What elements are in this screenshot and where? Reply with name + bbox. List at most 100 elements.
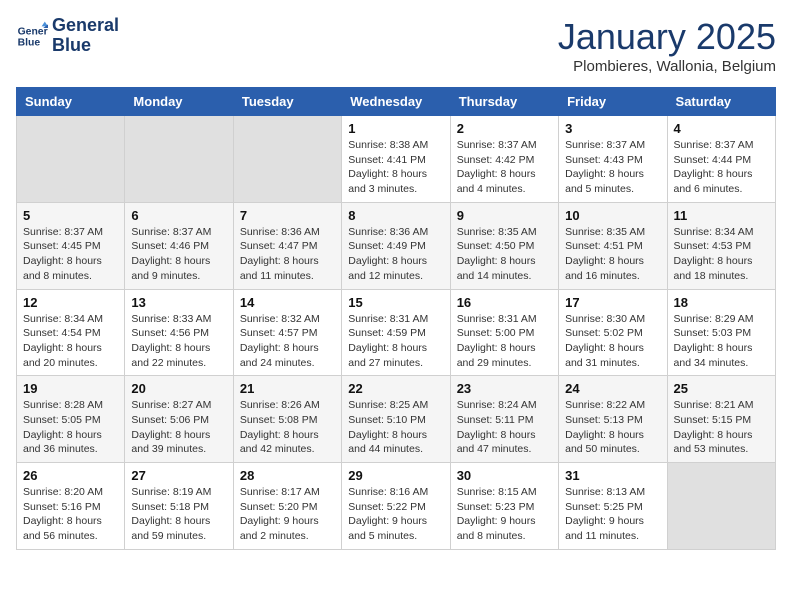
cell-content: Sunrise: 8:37 AM Sunset: 4:44 PM Dayligh… <box>674 138 769 197</box>
calendar-cell: 2 Sunrise: 8:37 AM Sunset: 4:42 PM Daylig… <box>450 116 558 203</box>
day-number: 21 <box>240 381 335 396</box>
cell-content: Sunrise: 8:22 AM Sunset: 5:13 PM Dayligh… <box>565 398 660 457</box>
cell-content: Sunrise: 8:27 AM Sunset: 5:06 PM Dayligh… <box>131 398 226 457</box>
cell-content: Sunrise: 8:36 AM Sunset: 4:49 PM Dayligh… <box>348 225 443 284</box>
day-number: 29 <box>348 468 443 483</box>
cell-content: Sunrise: 8:35 AM Sunset: 4:51 PM Dayligh… <box>565 225 660 284</box>
cell-content: Sunrise: 8:17 AM Sunset: 5:20 PM Dayligh… <box>240 485 335 544</box>
cell-content: Sunrise: 8:20 AM Sunset: 5:16 PM Dayligh… <box>23 485 118 544</box>
calendar-cell: 6Sunrise: 8:37 AM Sunset: 4:46 PM Daylig… <box>125 202 233 289</box>
calendar-cell: 17Sunrise: 8:30 AM Sunset: 5:02 PM Dayli… <box>559 289 667 376</box>
calendar-week-row: 26 Sunrise: 8:20 AM Sunset: 5:16 PM Dayli… <box>17 463 776 550</box>
calendar-cell: 16 Sunrise: 8:31 AM Sunset: 5:00 PM Dayli… <box>450 289 558 376</box>
day-number: 5 <box>23 208 118 223</box>
calendar-cell: 15 Sunrise: 8:31 AM Sunset: 4:59 PM Dayli… <box>342 289 450 376</box>
day-number: 3 <box>565 121 660 136</box>
day-number: 4 <box>674 121 769 136</box>
cell-content: Sunrise: 8:38 AM Sunset: 4:41 PM Dayligh… <box>348 138 443 197</box>
day-number: 25 <box>674 381 769 396</box>
logo-text: General Blue <box>52 16 119 56</box>
logo-line1: General <box>52 15 119 35</box>
day-number: 17 <box>565 295 660 310</box>
calendar-cell: 19 Sunrise: 8:28 AM Sunset: 5:05 PM Dayli… <box>17 376 125 463</box>
day-number: 6 <box>131 208 226 223</box>
logo-icon: General Blue <box>16 20 48 52</box>
weekday-header-thursday: Thursday <box>450 88 558 116</box>
cell-content: Sunrise: 8:34 AM Sunset: 4:53 PM Dayligh… <box>674 225 769 284</box>
cell-content: Sunrise: 8:19 AM Sunset: 5:18 PM Dayligh… <box>131 485 226 544</box>
calendar-cell: 18 Sunrise: 8:29 AM Sunset: 5:03 PM Dayli… <box>667 289 775 376</box>
calendar-cell: 12 Sunrise: 8:34 AM Sunset: 4:54 PM Dayli… <box>17 289 125 376</box>
calendar-cell: 3 Sunrise: 8:37 AM Sunset: 4:43 PM Daylig… <box>559 116 667 203</box>
calendar-cell: 10Sunrise: 8:35 AM Sunset: 4:51 PM Dayli… <box>559 202 667 289</box>
day-number: 14 <box>240 295 335 310</box>
logo: General Blue General Blue <box>16 16 119 56</box>
title-section: January 2025 Plombieres, Wallonia, Belgi… <box>558 16 776 75</box>
calendar-cell: 4 Sunrise: 8:37 AM Sunset: 4:44 PM Daylig… <box>667 116 775 203</box>
calendar-cell: 7Sunrise: 8:36 AM Sunset: 4:47 PM Daylig… <box>233 202 341 289</box>
weekday-header-sunday: Sunday <box>17 88 125 116</box>
cell-content: Sunrise: 8:24 AM Sunset: 5:11 PM Dayligh… <box>457 398 552 457</box>
calendar-cell: 20 Sunrise: 8:27 AM Sunset: 5:06 PM Dayli… <box>125 376 233 463</box>
logo-line2: Blue <box>52 35 91 55</box>
cell-content: Sunrise: 8:33 AM Sunset: 4:56 PM Dayligh… <box>131 312 226 371</box>
day-number: 12 <box>23 295 118 310</box>
cell-content: Sunrise: 8:16 AM Sunset: 5:22 PM Dayligh… <box>348 485 443 544</box>
weekday-header-monday: Monday <box>125 88 233 116</box>
day-number: 18 <box>674 295 769 310</box>
day-number: 23 <box>457 381 552 396</box>
weekday-header-friday: Friday <box>559 88 667 116</box>
day-number: 30 <box>457 468 552 483</box>
calendar-cell: 26 Sunrise: 8:20 AM Sunset: 5:16 PM Dayli… <box>17 463 125 550</box>
cell-content: Sunrise: 8:13 AM Sunset: 5:25 PM Dayligh… <box>565 485 660 544</box>
day-number: 19 <box>23 381 118 396</box>
cell-content: Sunrise: 8:26 AM Sunset: 5:08 PM Dayligh… <box>240 398 335 457</box>
calendar-week-row: 12 Sunrise: 8:34 AM Sunset: 4:54 PM Dayli… <box>17 289 776 376</box>
calendar-cell <box>233 116 341 203</box>
day-number: 2 <box>457 121 552 136</box>
weekday-header-saturday: Saturday <box>667 88 775 116</box>
location: Plombieres, Wallonia, Belgium <box>558 58 776 75</box>
cell-content: Sunrise: 8:32 AM Sunset: 4:57 PM Dayligh… <box>240 312 335 371</box>
calendar-cell: 23 Sunrise: 8:24 AM Sunset: 5:11 PM Dayli… <box>450 376 558 463</box>
cell-content: Sunrise: 8:28 AM Sunset: 5:05 PM Dayligh… <box>23 398 118 457</box>
cell-content: Sunrise: 8:31 AM Sunset: 4:59 PM Dayligh… <box>348 312 443 371</box>
day-number: 11 <box>674 208 769 223</box>
day-number: 26 <box>23 468 118 483</box>
calendar-cell <box>17 116 125 203</box>
weekday-header-tuesday: Tuesday <box>233 88 341 116</box>
svg-text:Blue: Blue <box>18 37 41 48</box>
calendar-cell: 14 Sunrise: 8:32 AM Sunset: 4:57 PM Dayli… <box>233 289 341 376</box>
calendar-cell: 31Sunrise: 8:13 AM Sunset: 5:25 PM Dayli… <box>559 463 667 550</box>
day-number: 8 <box>348 208 443 223</box>
calendar-week-row: 1Sunrise: 8:38 AM Sunset: 4:41 PM Daylig… <box>17 116 776 203</box>
cell-content: Sunrise: 8:15 AM Sunset: 5:23 PM Dayligh… <box>457 485 552 544</box>
day-number: 15 <box>348 295 443 310</box>
cell-content: Sunrise: 8:31 AM Sunset: 5:00 PM Dayligh… <box>457 312 552 371</box>
calendar-cell: 9Sunrise: 8:35 AM Sunset: 4:50 PM Daylig… <box>450 202 558 289</box>
calendar-cell: 28Sunrise: 8:17 AM Sunset: 5:20 PM Dayli… <box>233 463 341 550</box>
calendar-cell: 30 Sunrise: 8:15 AM Sunset: 5:23 PM Dayli… <box>450 463 558 550</box>
cell-content: Sunrise: 8:29 AM Sunset: 5:03 PM Dayligh… <box>674 312 769 371</box>
weekday-header-row: SundayMondayTuesdayWednesdayThursdayFrid… <box>17 88 776 116</box>
page-header: General Blue General Blue January 2025 P… <box>16 16 776 75</box>
cell-content: Sunrise: 8:37 AM Sunset: 4:42 PM Dayligh… <box>457 138 552 197</box>
weekday-header-wednesday: Wednesday <box>342 88 450 116</box>
day-number: 24 <box>565 381 660 396</box>
calendar-cell: 22Sunrise: 8:25 AM Sunset: 5:10 PM Dayli… <box>342 376 450 463</box>
calendar-cell: 11 Sunrise: 8:34 AM Sunset: 4:53 PM Dayli… <box>667 202 775 289</box>
day-number: 20 <box>131 381 226 396</box>
calendar-week-row: 5Sunrise: 8:37 AM Sunset: 4:45 PM Daylig… <box>17 202 776 289</box>
calendar-cell: 1Sunrise: 8:38 AM Sunset: 4:41 PM Daylig… <box>342 116 450 203</box>
calendar-week-row: 19 Sunrise: 8:28 AM Sunset: 5:05 PM Dayli… <box>17 376 776 463</box>
cell-content: Sunrise: 8:21 AM Sunset: 5:15 PM Dayligh… <box>674 398 769 457</box>
day-number: 16 <box>457 295 552 310</box>
calendar-cell: 13Sunrise: 8:33 AM Sunset: 4:56 PM Dayli… <box>125 289 233 376</box>
month-title: January 2025 <box>558 16 776 58</box>
calendar-cell: 27Sunrise: 8:19 AM Sunset: 5:18 PM Dayli… <box>125 463 233 550</box>
calendar-table: SundayMondayTuesdayWednesdayThursdayFrid… <box>16 87 776 550</box>
cell-content: Sunrise: 8:34 AM Sunset: 4:54 PM Dayligh… <box>23 312 118 371</box>
cell-content: Sunrise: 8:37 AM Sunset: 4:43 PM Dayligh… <box>565 138 660 197</box>
day-number: 7 <box>240 208 335 223</box>
calendar-cell: 5Sunrise: 8:37 AM Sunset: 4:45 PM Daylig… <box>17 202 125 289</box>
